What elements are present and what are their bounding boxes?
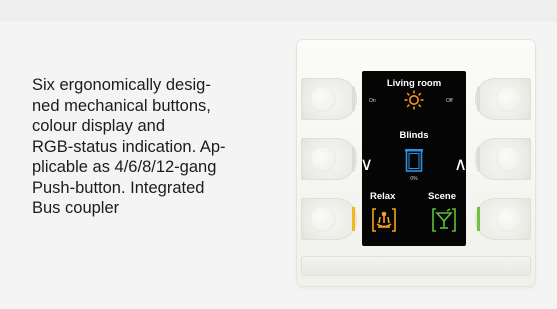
- on-label: On: [369, 98, 376, 104]
- off-label: Off: [446, 98, 453, 104]
- scene2-label: Scene: [428, 191, 456, 202]
- room-title: Living room: [386, 78, 442, 89]
- colour-display: Living room On Off Blinds ∨ ∧ 0% Relax S…: [360, 71, 468, 246]
- right-arrow: ∧: [454, 154, 468, 174]
- blinds-title: Blinds: [399, 130, 429, 141]
- led-right-bottom: [477, 207, 480, 231]
- button-right-top[interactable]: [475, 78, 531, 120]
- push-button-panel: Living room On Off Blinds ∨ ∧ 0% Relax S…: [297, 40, 535, 286]
- button-left-middle[interactable]: [301, 138, 357, 180]
- top-strip: [0, 0, 557, 22]
- bottom-cover: [301, 256, 531, 276]
- relax-icon: [372, 208, 396, 232]
- blinds-percent: 0%: [410, 176, 418, 182]
- button-left-top[interactable]: [301, 78, 357, 120]
- led-left-bottom: [352, 207, 355, 231]
- button-right-bottom[interactable]: [475, 198, 531, 240]
- lightbulb-icon: [404, 90, 424, 110]
- left-arrow: ∨: [360, 154, 374, 174]
- product-description: Six ergonomically desig- ned mechanical …: [32, 76, 226, 217]
- scene1-label: Relax: [370, 191, 396, 202]
- led-right-middle: [477, 147, 480, 171]
- blinds-icon: [405, 149, 423, 172]
- led-left-top: [352, 87, 355, 111]
- button-right-middle[interactable]: [475, 138, 531, 180]
- led-right-top: [477, 87, 480, 111]
- led-left-middle: [352, 147, 355, 171]
- cocktail-icon: [432, 208, 456, 232]
- button-left-bottom[interactable]: [301, 198, 357, 240]
